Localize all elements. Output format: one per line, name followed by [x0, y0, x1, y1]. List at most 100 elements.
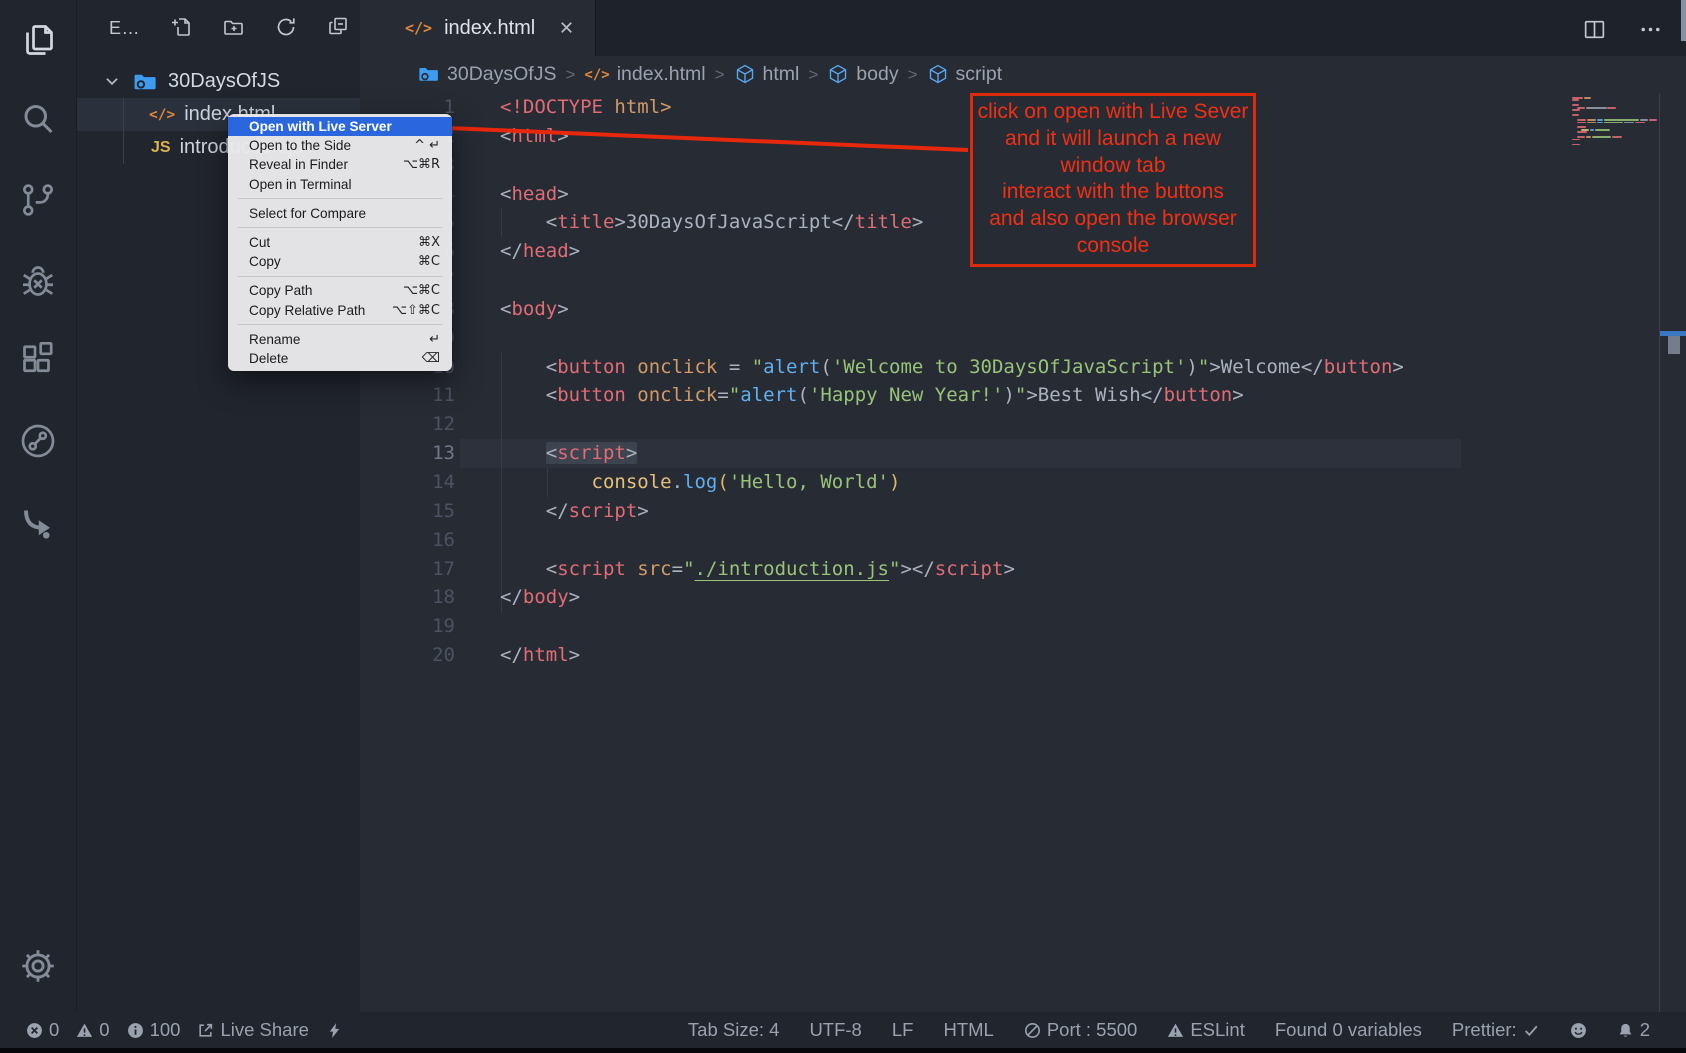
breadcrumb-separator: >	[808, 65, 818, 85]
close-icon[interactable]	[557, 18, 577, 38]
status-item-0[interactable]: 0	[76, 1019, 109, 1041]
menu-item-copy-path[interactable]: Copy Path⌥⌘C	[228, 281, 452, 300]
line-text	[455, 266, 500, 295]
line-text: <html>	[455, 122, 569, 151]
line-text: <button onclick = "alert('Welcome to 30D…	[455, 353, 1404, 382]
breadcrumb-label: html	[763, 63, 800, 86]
line-text: </script>	[455, 497, 649, 526]
menu-item-open-with-live-server[interactable]: Open with Live Server	[228, 117, 452, 136]
error-icon	[26, 1022, 43, 1039]
source-control-icon[interactable]	[0, 172, 76, 228]
breadcrumb-index.html[interactable]: </>index.html	[584, 63, 705, 86]
line-text	[455, 324, 500, 353]
menu-item-open-in-terminal[interactable]: Open in Terminal	[228, 175, 452, 194]
status-item-live-share[interactable]: Live Share	[197, 1019, 308, 1041]
line-number: 12	[360, 410, 455, 439]
search-icon[interactable]	[0, 92, 76, 148]
new-file-icon[interactable]	[170, 15, 196, 41]
tab-label: index.html	[444, 17, 535, 40]
code-line-17: 17 <script src="./introduction.js"></scr…	[360, 555, 1686, 584]
line-text: <script src="./introduction.js"></script…	[455, 555, 1015, 584]
breadcrumb-html[interactable]: html	[734, 63, 800, 87]
warning-icon	[1167, 1022, 1184, 1039]
status-left: 00 100 Live Share	[0, 1019, 343, 1041]
chevron-down-icon[interactable]	[103, 72, 121, 90]
status-item-smiley[interactable]	[1570, 1022, 1587, 1039]
explorer-title: E…	[109, 18, 140, 39]
status-item-eslint[interactable]: ESLint	[1167, 1019, 1245, 1041]
status-item-tab-size-4[interactable]: Tab Size: 4	[688, 1019, 780, 1041]
line-text: <button onclick="alert('Happy New Year!'…	[455, 381, 1244, 410]
breadcrumb-script[interactable]: script	[927, 63, 1003, 87]
menu-item-select-for-compare[interactable]: Select for Compare	[228, 204, 452, 223]
line-text: <body>	[455, 295, 569, 324]
status-item-0[interactable]: 0	[26, 1019, 59, 1041]
info-icon	[127, 1022, 144, 1039]
status-item-2[interactable]: 2	[1617, 1019, 1650, 1041]
status-item-bolt[interactable]	[326, 1022, 343, 1039]
menu-separator	[238, 198, 442, 199]
window-corner-strip	[1681, 0, 1686, 41]
code-line-19: 19	[360, 612, 1686, 641]
breadcrumb-label: 30DaysOfJS	[447, 63, 556, 86]
menu-item-cut[interactable]: Cut⌘X	[228, 233, 452, 252]
new-folder-icon[interactable]	[222, 15, 248, 41]
code-line-18: 18</body>	[360, 583, 1686, 612]
folder-row-30daysofjs[interactable]: 30DaysOfJS	[77, 64, 361, 98]
menu-item-rename[interactable]: Rename↵	[228, 330, 452, 349]
scrollbar-thumb[interactable]	[1668, 336, 1680, 354]
menu-item-delete[interactable]: Delete⌫	[228, 349, 452, 368]
folder-icon	[133, 69, 158, 94]
split-editor-icon[interactable]	[1582, 17, 1608, 43]
html-file-icon: </>	[149, 107, 175, 123]
status-item-utf-8[interactable]: UTF-8	[809, 1019, 861, 1041]
run-debug-icon[interactable]	[0, 253, 76, 309]
menu-item-copy-relative-path[interactable]: Copy Relative Path⌥⇧⌘C	[228, 301, 452, 320]
line-number: 16	[360, 526, 455, 555]
line-number: 18	[360, 583, 455, 612]
settings-gear-icon[interactable]	[0, 938, 76, 994]
extensions-icon[interactable]	[0, 333, 76, 389]
export-icon	[197, 1022, 214, 1039]
line-number: 13	[360, 439, 455, 468]
menu-item-open-to-the-side[interactable]: Open to the Side^ ↵	[228, 136, 452, 155]
line-number: 15	[360, 497, 455, 526]
minimap[interactable]	[1572, 97, 1657, 152]
breadcrumb-body[interactable]: body	[827, 63, 898, 87]
explorer-actions	[170, 15, 352, 41]
line-number: 14	[360, 468, 455, 497]
more-actions-icon[interactable]	[1638, 17, 1664, 43]
line-number: 11	[360, 381, 455, 410]
annotation-line: interact with the buttons	[973, 179, 1253, 206]
explorer-icon[interactable]	[0, 12, 76, 68]
share-arrow-icon[interactable]	[0, 493, 76, 549]
code-line-8: 8<body>	[360, 295, 1686, 324]
menu-item-copy[interactable]: Copy⌘C	[228, 252, 452, 271]
status-item-100[interactable]: 100	[127, 1019, 181, 1041]
code-line-10: 10 <button onclick = "alert('Welcome to …	[360, 353, 1686, 382]
live-share-circle-icon[interactable]	[0, 413, 76, 469]
tab-index-html[interactable]: </> index.html	[360, 0, 596, 56]
breadcrumb-label: index.html	[617, 63, 706, 86]
status-bar: 00 100 Live Share Tab Size: 4 UTF-8 LF HTML Po…	[0, 1012, 1686, 1048]
status-right: Tab Size: 4 UTF-8 LF HTML Port : 5500 ESLint F…	[688, 1019, 1686, 1041]
breadcrumb-label: body	[856, 63, 898, 86]
line-text	[455, 410, 500, 439]
line-text: </head>	[455, 237, 580, 266]
line-text: </body>	[455, 583, 580, 612]
annotation-line: console	[973, 233, 1253, 260]
status-item-found-0-variables[interactable]: Found 0 variables	[1275, 1019, 1422, 1041]
status-item-prettier-[interactable]: Prettier:	[1452, 1019, 1540, 1041]
line-text: <script>	[455, 439, 637, 468]
refresh-icon[interactable]	[274, 15, 300, 41]
activity-bar	[0, 0, 76, 1012]
line-number: 20	[360, 641, 455, 670]
status-item-html[interactable]: HTML	[943, 1019, 993, 1041]
menu-item-reveal-in-finder[interactable]: Reveal in Finder⌥⌘R	[228, 155, 452, 174]
status-item-port-5500[interactable]: Port : 5500	[1024, 1019, 1138, 1041]
code-line-20: 20</html>	[360, 641, 1686, 670]
status-item-lf[interactable]: LF	[892, 1019, 914, 1041]
breadcrumb-30DaysOfJS[interactable]: 30DaysOfJS	[418, 63, 556, 87]
collapse-all-icon[interactable]	[326, 15, 352, 41]
breadcrumb-label: script	[956, 63, 1003, 86]
